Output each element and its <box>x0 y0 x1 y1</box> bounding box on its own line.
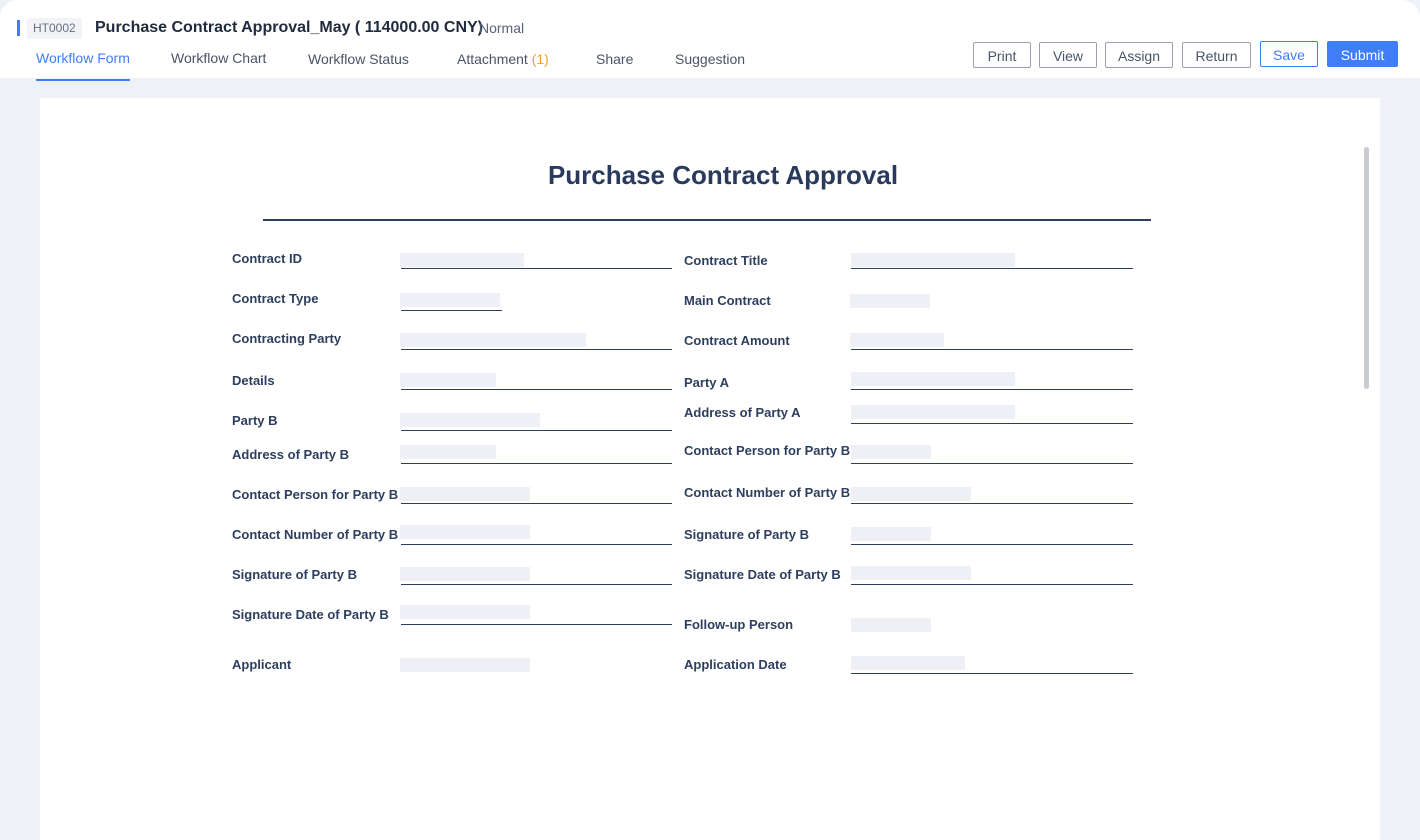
label-contract-id: Contract ID <box>232 251 303 266</box>
field-underline <box>401 584 672 585</box>
title-divider <box>263 219 1151 221</box>
label-follow-up-person: Follow-up Person <box>684 617 794 632</box>
field-underline <box>851 349 1133 350</box>
field-placeholder <box>850 294 930 308</box>
tab-attachment[interactable]: Attachment (1) <box>457 51 549 80</box>
field-placeholder <box>400 293 500 307</box>
tab-label: Workflow Form <box>36 50 130 66</box>
field-placeholder <box>400 253 524 267</box>
label-address-party-b: Address of Party B <box>232 447 350 462</box>
field-underline <box>851 389 1133 390</box>
field-placeholder <box>851 405 1015 419</box>
field-underline <box>401 463 672 464</box>
accent-marker <box>17 20 20 36</box>
field-placeholder <box>851 618 931 632</box>
app-window: HT0002 Purchase Contract Approval_May ( … <box>0 0 1420 840</box>
label-signature-date-party-b-right: Signature Date of Party B <box>684 567 841 582</box>
field-placeholder <box>400 373 496 387</box>
field-underline <box>401 624 672 625</box>
field-underline <box>851 584 1133 585</box>
tab-label: Workflow Chart <box>171 50 267 66</box>
field-placeholder <box>851 253 1015 267</box>
vertical-scrollbar[interactable] <box>1364 147 1369 389</box>
field-placeholder <box>851 656 965 670</box>
label-signature-date-party-b: Signature Date of Party B <box>232 607 389 622</box>
field-placeholder <box>851 372 1015 386</box>
label-signature-party-b-right: Signature of Party B <box>684 527 809 542</box>
field-underline <box>851 544 1133 545</box>
field-placeholder <box>851 527 931 541</box>
field-placeholder <box>851 445 931 459</box>
field-placeholder <box>851 566 971 580</box>
tab-workflow-chart[interactable]: Workflow Chart <box>171 50 266 79</box>
field-underline <box>851 423 1133 424</box>
field-placeholder <box>400 487 530 501</box>
document-title: Purchase Contract Approval_May ( 114000.… <box>95 19 484 36</box>
label-party-a: Party A <box>684 375 730 390</box>
field-placeholder <box>400 333 586 347</box>
field-placeholder <box>400 567 530 581</box>
field-placeholder <box>400 605 530 619</box>
label-main-contract: Main Contract <box>684 293 771 308</box>
submit-button[interactable]: Submit <box>1327 41 1398 67</box>
label-contract-type: Contract Type <box>232 291 319 306</box>
field-placeholder <box>400 525 530 539</box>
field-underline <box>851 673 1133 674</box>
label-applicant: Applicant <box>232 657 292 672</box>
header-bar: HT0002 Purchase Contract Approval_May ( … <box>0 0 1420 81</box>
label-address-party-a: Address of Party A <box>684 405 801 420</box>
view-button[interactable]: View <box>1039 42 1097 68</box>
field-placeholder <box>851 487 971 501</box>
label-party-b: Party B <box>232 413 278 428</box>
return-button[interactable]: Return <box>1182 42 1251 68</box>
field-placeholder <box>850 333 944 347</box>
tab-label: Share <box>596 51 634 67</box>
label-contact-person-party-b: Contact Person for Party B <box>232 487 399 502</box>
tab-share[interactable]: Share <box>596 51 633 80</box>
field-underline <box>401 544 672 545</box>
field-placeholder <box>400 445 496 459</box>
tab-label: Suggestion <box>675 51 746 67</box>
field-underline <box>401 349 672 350</box>
tab-workflow-status[interactable]: Workflow Status <box>308 51 409 80</box>
field-underline <box>401 430 672 431</box>
label-contact-person-party-b-right: Contact Person for Party B <box>684 443 851 458</box>
field-underline <box>401 310 502 311</box>
label-contract-title: Contract Title <box>684 253 768 268</box>
tab-label: Workflow Status <box>308 51 409 67</box>
label-contact-number-party-b-right: Contact Number of Party B <box>684 485 851 500</box>
field-underline <box>401 268 672 269</box>
field-underline <box>401 389 672 390</box>
field-placeholder <box>400 413 540 427</box>
print-button[interactable]: Print <box>973 42 1031 68</box>
label-application-date: Application Date <box>684 657 787 672</box>
document-code-badge: HT0002 <box>27 18 82 39</box>
form-title: Purchase Contract Approval <box>547 160 899 190</box>
label-details: Details <box>232 373 275 388</box>
field-placeholder <box>400 658 530 672</box>
field-underline <box>851 463 1133 464</box>
assign-button[interactable]: Assign <box>1105 42 1173 68</box>
field-underline <box>851 268 1133 269</box>
tab-label: Attachment <box>457 51 532 67</box>
label-contract-amount: Contract Amount <box>684 333 790 348</box>
form-paper: Purchase Contract Approval Contract ID C… <box>40 98 1380 840</box>
tab-suggestion[interactable]: Suggestion <box>675 51 745 80</box>
field-underline <box>401 503 672 504</box>
label-contact-number-party-b: Contact Number of Party B <box>232 527 399 542</box>
priority-label: Normal <box>479 20 525 36</box>
attachment-count-badge: (1) <box>531 51 549 67</box>
label-contracting-party: Contracting Party <box>232 331 342 346</box>
tab-workflow-form[interactable]: Workflow Form <box>36 50 130 81</box>
save-button[interactable]: Save <box>1260 41 1318 67</box>
field-underline <box>851 503 1133 504</box>
label-signature-party-b: Signature of Party B <box>232 567 357 582</box>
